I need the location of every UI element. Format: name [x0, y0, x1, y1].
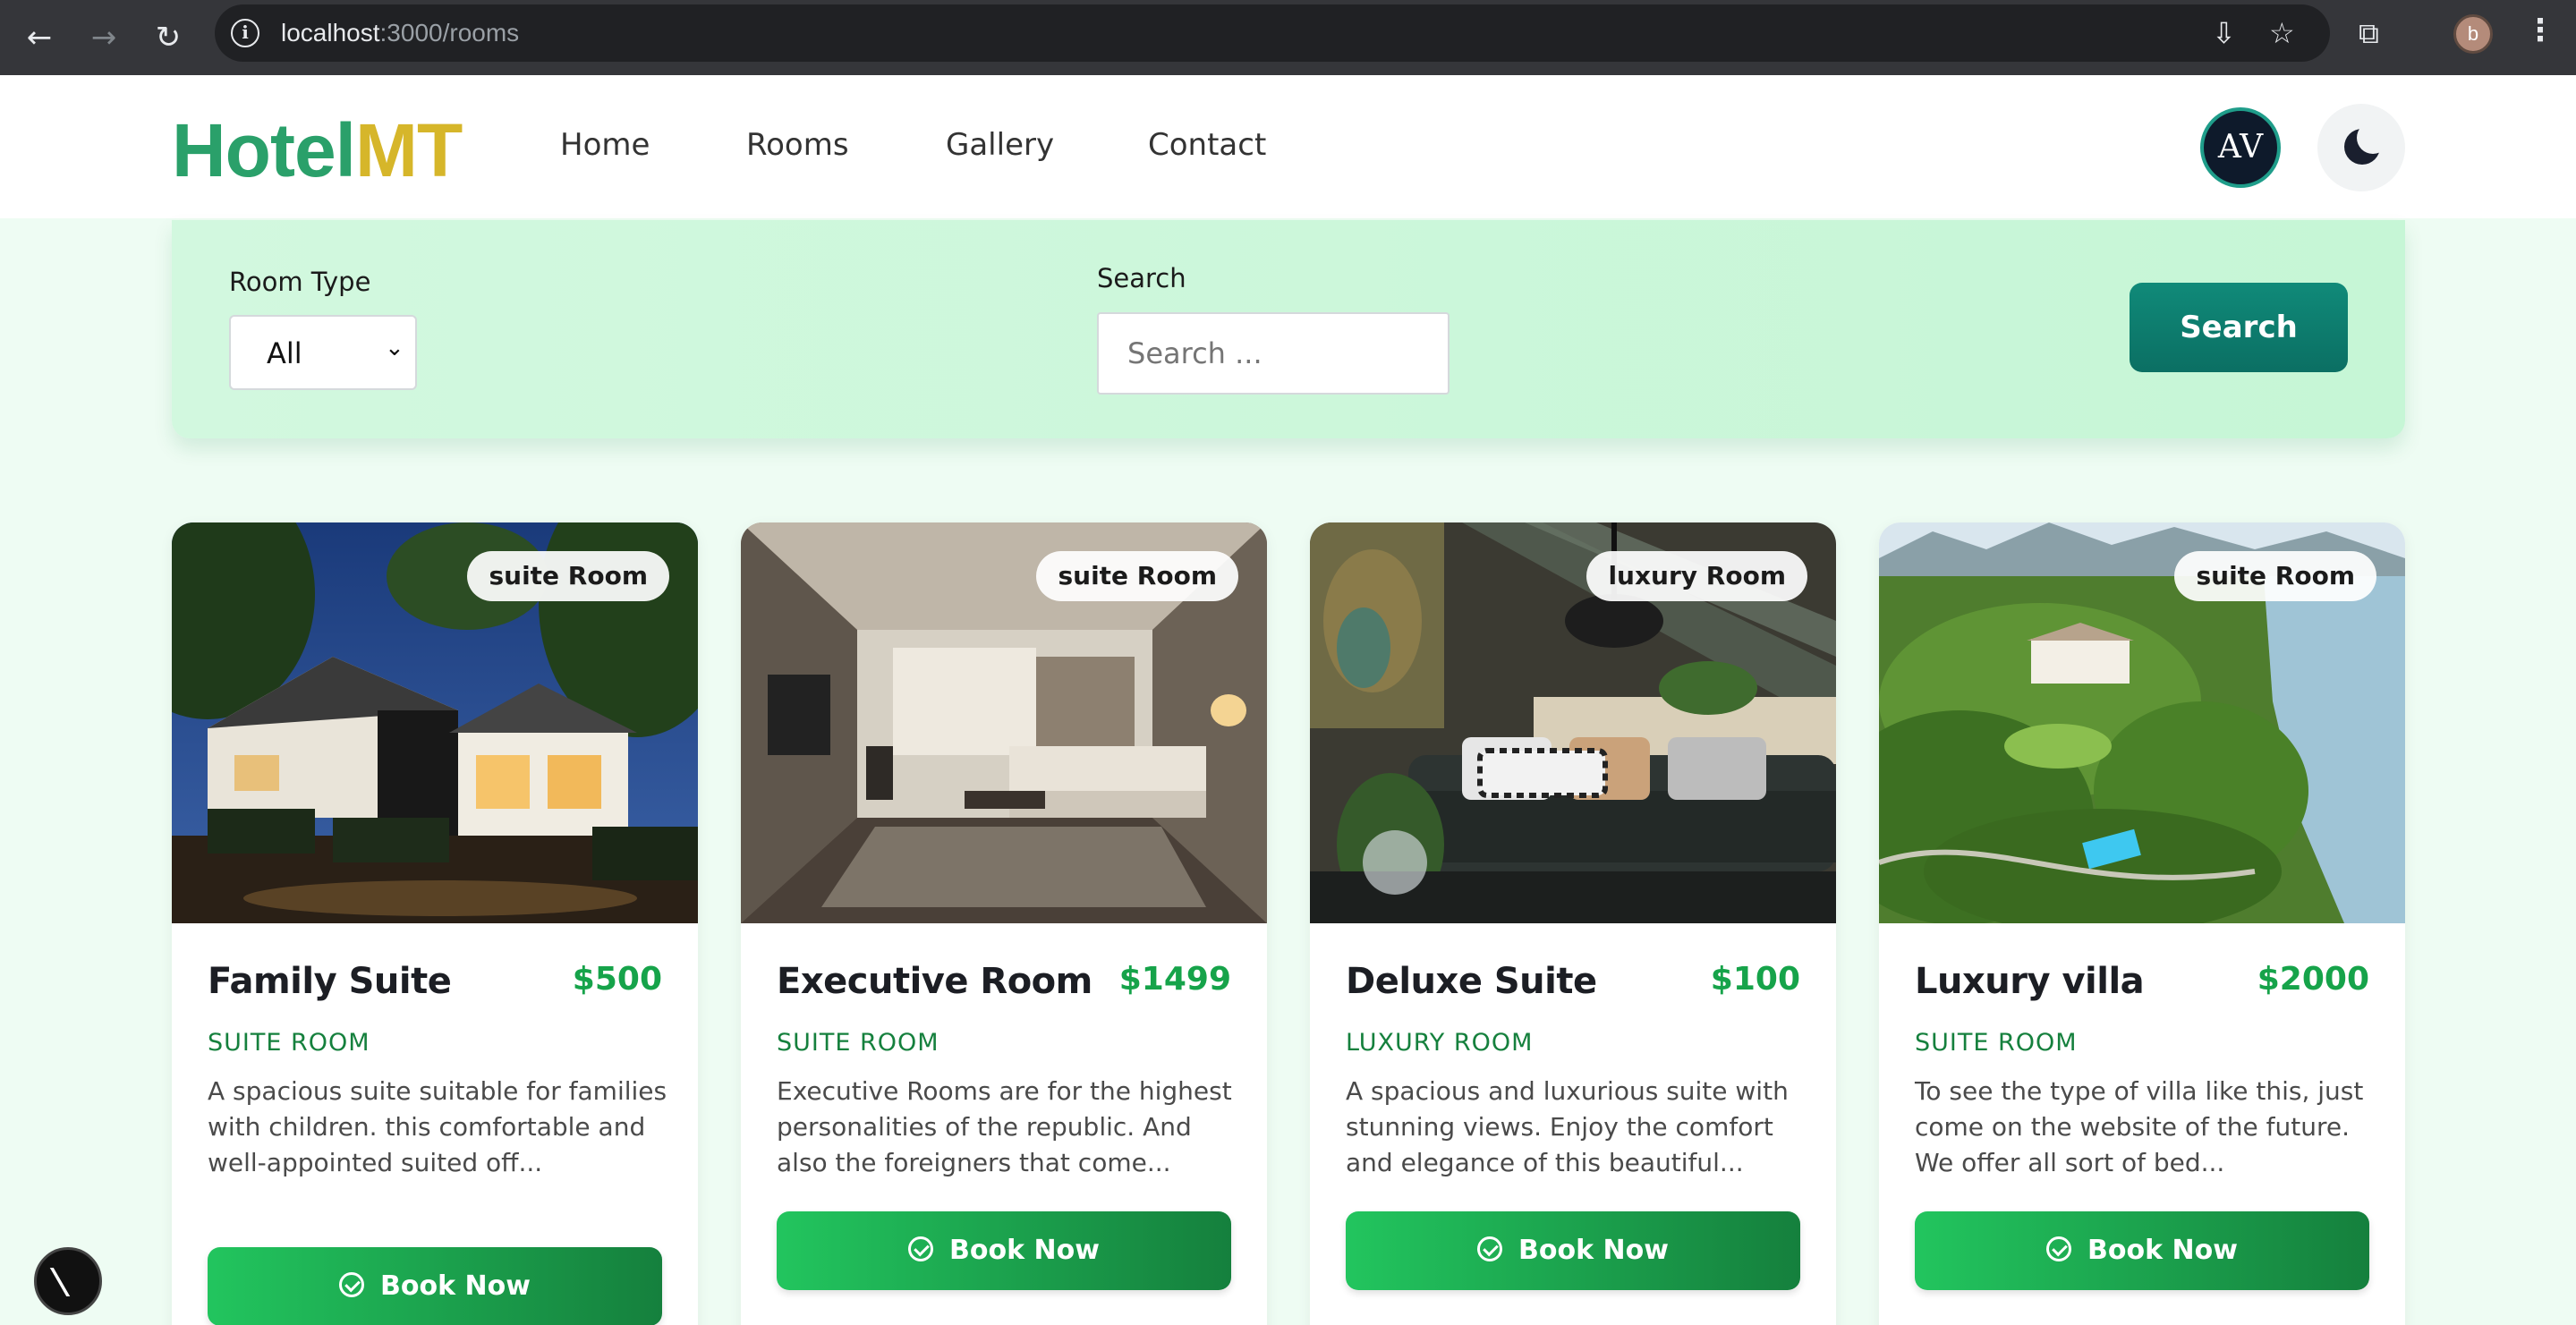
room-image-luxury-villa[interactable]: suite Room: [1879, 522, 2405, 923]
site-header: HotelMT Home Rooms Gallery Contact AV: [0, 75, 2576, 218]
room-image-deluxe-suite[interactable]: luxury Room: [1310, 522, 1836, 923]
check-circle-icon: [908, 1236, 934, 1261]
url-text[interactable]: localhost:3000/rooms: [281, 19, 519, 47]
moon-icon: [2344, 122, 2389, 165]
room-category-badge: suite Room: [2174, 551, 2376, 601]
logo-hotel: Hotel: [172, 108, 356, 192]
dev-tools-icon[interactable]: [34, 1247, 102, 1315]
logo-mt: MT: [355, 108, 463, 192]
nav-gallery[interactable]: Gallery: [946, 127, 1054, 163]
room-type: SUITE ROOM: [1915, 1029, 2078, 1057]
room-card[interactable]: suite Room Luxury villa $2000 SUITE ROOM…: [1879, 522, 2405, 1325]
room-description: To see the type of villa like this, just…: [1915, 1076, 2364, 1177]
room-category-badge: suite Room: [1036, 551, 1238, 601]
room-card[interactable]: luxury Room Deluxe Suite $100 LUXURY ROO…: [1310, 522, 1836, 1325]
room-card[interactable]: suite Room Executive Room $1499 SUITE RO…: [741, 522, 1267, 1325]
book-now-button[interactable]: Book Now: [1915, 1211, 2369, 1290]
room-name: Deluxe Suite: [1346, 961, 1597, 1002]
room-filter-panel: Room Type All ⌄ Search Search: [172, 220, 2405, 438]
room-price: $1499: [1118, 961, 1231, 998]
bookmark-star-icon[interactable]: ☆: [2269, 17, 2295, 49]
room-type: SUITE ROOM: [777, 1029, 939, 1057]
book-now-button[interactable]: Book Now: [208, 1247, 662, 1325]
address-bar[interactable]: i localhost:3000/rooms ⇩ ☆: [215, 4, 2330, 62]
room-type: LUXURY ROOM: [1346, 1029, 1534, 1057]
browser-chrome: ← → ↻ i localhost:3000/rooms ⇩ ☆ ⧉ b ⋮: [0, 0, 2576, 75]
book-now-button[interactable]: Book Now: [1346, 1211, 1800, 1290]
book-now-label: Book Now: [949, 1235, 1100, 1266]
forward-arrow-icon[interactable]: →: [82, 16, 125, 59]
check-circle-icon: [1477, 1236, 1503, 1261]
nav-rooms[interactable]: Rooms: [746, 127, 849, 163]
room-image-executive-room[interactable]: suite Room: [741, 522, 1267, 923]
nav-contact[interactable]: Contact: [1148, 127, 1266, 163]
room-type: SUITE ROOM: [208, 1029, 370, 1057]
room-type-select[interactable]: All ⌄: [229, 315, 417, 390]
room-name: Luxury villa: [1915, 961, 2145, 1002]
search-input[interactable]: [1097, 312, 1450, 395]
check-circle-icon: [2046, 1236, 2072, 1261]
url-host: localhost: [281, 19, 380, 47]
room-name: Family Suite: [208, 961, 452, 1002]
room-card[interactable]: suite Room Family Suite $500 SUITE ROOM …: [172, 522, 698, 1325]
book-now-button[interactable]: Book Now: [777, 1211, 1231, 1290]
room-price: $100: [1710, 961, 1800, 998]
room-price: $2000: [2257, 961, 2369, 998]
check-circle-icon: [339, 1271, 365, 1297]
room-price: $500: [572, 961, 662, 998]
search-button[interactable]: Search: [2130, 283, 2348, 372]
room-category-badge: suite Room: [467, 551, 669, 601]
url-path: :3000/rooms: [379, 19, 520, 47]
room-image-family-suite[interactable]: suite Room: [172, 522, 698, 923]
room-description: A spacious and luxurious suite with stun…: [1346, 1076, 1789, 1177]
extensions-icon[interactable]: ⧉: [2359, 16, 2394, 52]
theme-toggle-button[interactable]: [2317, 104, 2405, 191]
search-label: Search: [1097, 263, 1186, 293]
chevron-down-icon: ⌄: [385, 335, 404, 361]
room-type-value: All: [267, 336, 302, 370]
user-avatar[interactable]: AV: [2200, 107, 2281, 188]
nav-home[interactable]: Home: [560, 127, 650, 163]
book-now-label: Book Now: [1518, 1235, 1669, 1266]
room-name: Executive Room: [777, 961, 1092, 1002]
room-type-label: Room Type: [229, 267, 371, 297]
browser-menu-icon[interactable]: ⋮: [2525, 13, 2555, 48]
room-description: A spacious suite suitable for families w…: [208, 1076, 667, 1177]
install-app-icon[interactable]: ⇩: [2212, 17, 2236, 49]
room-category-badge: luxury Room: [1586, 551, 1807, 601]
site-logo[interactable]: HotelMT: [172, 107, 463, 193]
back-arrow-icon[interactable]: ←: [18, 16, 61, 59]
room-description: Executive Rooms are for the highest pers…: [777, 1076, 1232, 1177]
book-now-label: Book Now: [2087, 1235, 2238, 1266]
profile-avatar[interactable]: b: [2453, 14, 2493, 54]
book-now-label: Book Now: [380, 1270, 531, 1302]
reload-icon[interactable]: ↻: [147, 16, 190, 59]
site-info-icon[interactable]: i: [231, 19, 259, 47]
